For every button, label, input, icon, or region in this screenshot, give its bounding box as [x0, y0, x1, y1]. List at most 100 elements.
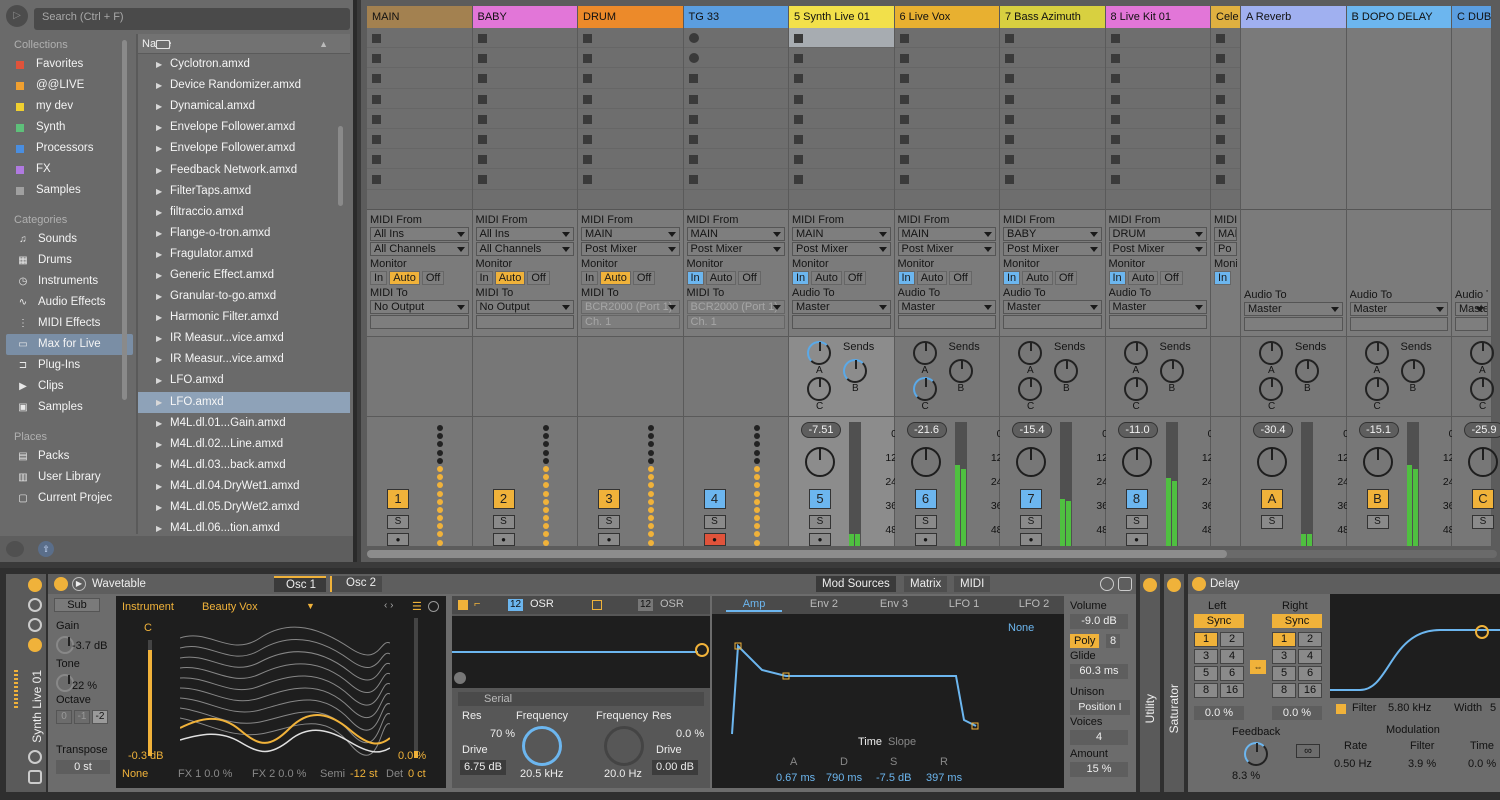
clip-stop-icon[interactable]	[794, 54, 803, 64]
volume-display[interactable]: -25.9	[1464, 422, 1500, 438]
clip-slot[interactable]	[894, 129, 999, 150]
clip-slot[interactable]	[1105, 68, 1210, 89]
file-item[interactable]: ▶ Fragulator.amxd	[138, 40, 350, 265]
file-item[interactable]: ▶ M4L.dl.04.DryWet1.amxd	[138, 40, 350, 497]
clip-stop-icon[interactable]	[1005, 155, 1014, 165]
arm-button[interactable]: ●	[809, 533, 831, 546]
monitor-off-button[interactable]: Off	[1160, 271, 1183, 285]
adsr-value[interactable]: -7.5 dB	[876, 772, 911, 784]
clip-slot[interactable]	[367, 89, 472, 109]
clip-slot[interactable]	[367, 68, 472, 89]
input-channel-select[interactable]: All Channels	[370, 242, 469, 256]
filter1-on-icon[interactable]	[458, 600, 468, 610]
send-a-knob[interactable]	[1018, 341, 1042, 365]
expand-arrow-icon[interactable]: ▶	[156, 75, 170, 96]
return-header[interactable]: A Reverb	[1241, 6, 1346, 28]
monitor-in-button[interactable]: In	[897, 271, 915, 285]
clip-stop-icon[interactable]	[477, 114, 487, 124]
clip-slot[interactable]	[683, 129, 788, 150]
expand-arrow-icon[interactable]: ▶	[156, 455, 170, 476]
clip-stop-icon[interactable]	[1005, 74, 1014, 84]
clip-stop-icon[interactable]	[583, 114, 592, 124]
clip-slot[interactable]	[1211, 28, 1240, 49]
clip-slot[interactable]	[472, 109, 577, 129]
mod-time-value[interactable]: 0.0 %	[1468, 758, 1496, 770]
send-c-knob[interactable]	[912, 377, 937, 401]
clip-slot[interactable]	[367, 129, 472, 150]
pan-knob[interactable]	[805, 447, 835, 477]
clip-stop-icon[interactable]	[477, 54, 487, 64]
input-type-select[interactable]: MAIN	[792, 227, 891, 241]
det-value[interactable]: 0 ct	[408, 768, 426, 780]
tab-osc1[interactable]: Osc 1	[274, 576, 326, 592]
send-b-knob[interactable]	[1159, 359, 1184, 383]
clip-stop-icon[interactable]	[794, 134, 803, 144]
track-header[interactable]: 8 Live Kit 01	[1105, 6, 1210, 28]
filter1-osr[interactable]: OSR	[530, 598, 554, 610]
clip-slot[interactable]	[578, 68, 683, 89]
clip-slot[interactable]	[578, 149, 683, 170]
pan-knob[interactable]	[1257, 447, 1287, 477]
clip-stop-icon[interactable]	[1110, 114, 1120, 124]
place-item[interactable]: ▢ Current Projec	[6, 488, 133, 509]
file-item[interactable]: ▶ M4L.dl.05.DryWet2.amxd	[138, 40, 350, 518]
category-item[interactable]: ◷ Instruments	[6, 271, 133, 292]
collection-item[interactable]: Synth	[6, 117, 133, 138]
clip-stop-icon[interactable]	[1216, 34, 1225, 43]
expand-arrow-icon[interactable]: ▶	[156, 497, 170, 518]
collection-item[interactable]: Processors	[6, 138, 133, 159]
solo-button[interactable]: S	[809, 515, 831, 529]
clip-slot[interactable]	[578, 28, 683, 49]
semi-value[interactable]: -12 st	[350, 768, 378, 780]
utility-power-icon[interactable]	[1143, 578, 1157, 592]
volume-fader[interactable]	[1317, 422, 1327, 546]
file-item[interactable]: ▶ M4L.dl.01...Gain.amxd	[138, 40, 350, 434]
return-header[interactable]: C DUBBY	[1452, 6, 1491, 28]
tab-osc2[interactable]: Osc 2	[330, 576, 382, 592]
width-value[interactable]: 5	[1490, 702, 1496, 714]
clip-stop-icon[interactable]	[1216, 54, 1225, 64]
clip-slot[interactable]	[367, 149, 472, 170]
filter1-slope[interactable]: 12	[508, 599, 524, 611]
track-header[interactable]: 7 Bass Azimuth	[1000, 6, 1105, 28]
clip-slot[interactable]	[894, 109, 999, 129]
time-tab[interactable]: Time	[858, 736, 882, 748]
settings-icon[interactable]	[28, 750, 42, 764]
arm-button[interactable]: ●	[703, 533, 726, 546]
solo-button[interactable]: S	[1261, 515, 1283, 529]
clip-stop-icon[interactable]	[477, 94, 487, 104]
file-item[interactable]: ▶ LFO.amxd	[138, 40, 350, 391]
volume-value[interactable]: -9.0 dB	[1070, 614, 1128, 629]
output-channel-select[interactable]	[1003, 315, 1102, 329]
tab-matrix[interactable]: Matrix	[904, 576, 948, 592]
clip-slot[interactable]	[1000, 169, 1105, 190]
adsr-value[interactable]: 397 ms	[926, 772, 962, 784]
expand-arrow-icon[interactable]: ▶	[156, 265, 170, 286]
play-icon[interactable]: ▶	[72, 577, 86, 591]
clip-stop-icon[interactable]	[1005, 134, 1014, 144]
clip-slot[interactable]	[683, 28, 788, 49]
tab-midi[interactable]: MIDI	[954, 576, 991, 592]
track-activator-button[interactable]: 7	[1020, 489, 1042, 509]
clip-stop-icon[interactable]	[583, 94, 592, 104]
clip-stop-icon[interactable]	[583, 34, 592, 43]
browser-toggle-icon[interactable]: ▷	[6, 5, 28, 27]
right-pct-value[interactable]: 0.0 %	[1272, 706, 1322, 720]
expand-arrow-icon[interactable]: ▶	[156, 160, 170, 181]
chain-icon[interactable]	[28, 638, 42, 652]
clip-slot[interactable]	[1000, 48, 1105, 69]
output-channel-select[interactable]	[1455, 317, 1488, 331]
clip-stop-icon[interactable]	[899, 54, 909, 64]
clip-stop-icon[interactable]	[688, 134, 698, 144]
clip-stop-icon[interactable]	[1110, 94, 1120, 104]
clip-slot[interactable]	[683, 109, 788, 129]
track-header[interactable]: Cele	[1211, 6, 1240, 28]
pan-knob[interactable]	[1468, 447, 1498, 477]
return-activator-button[interactable]: C	[1472, 489, 1494, 509]
clip-slot[interactable]	[1211, 129, 1240, 150]
arm-button[interactable]: ●	[492, 533, 515, 546]
monitor-in-button[interactable]: In	[475, 271, 493, 285]
track-activator-button[interactable]: 8	[1125, 489, 1148, 509]
send-b-knob[interactable]	[1054, 359, 1078, 383]
file-item[interactable]: ▶ IR Measur...vice.amxd	[138, 40, 350, 370]
